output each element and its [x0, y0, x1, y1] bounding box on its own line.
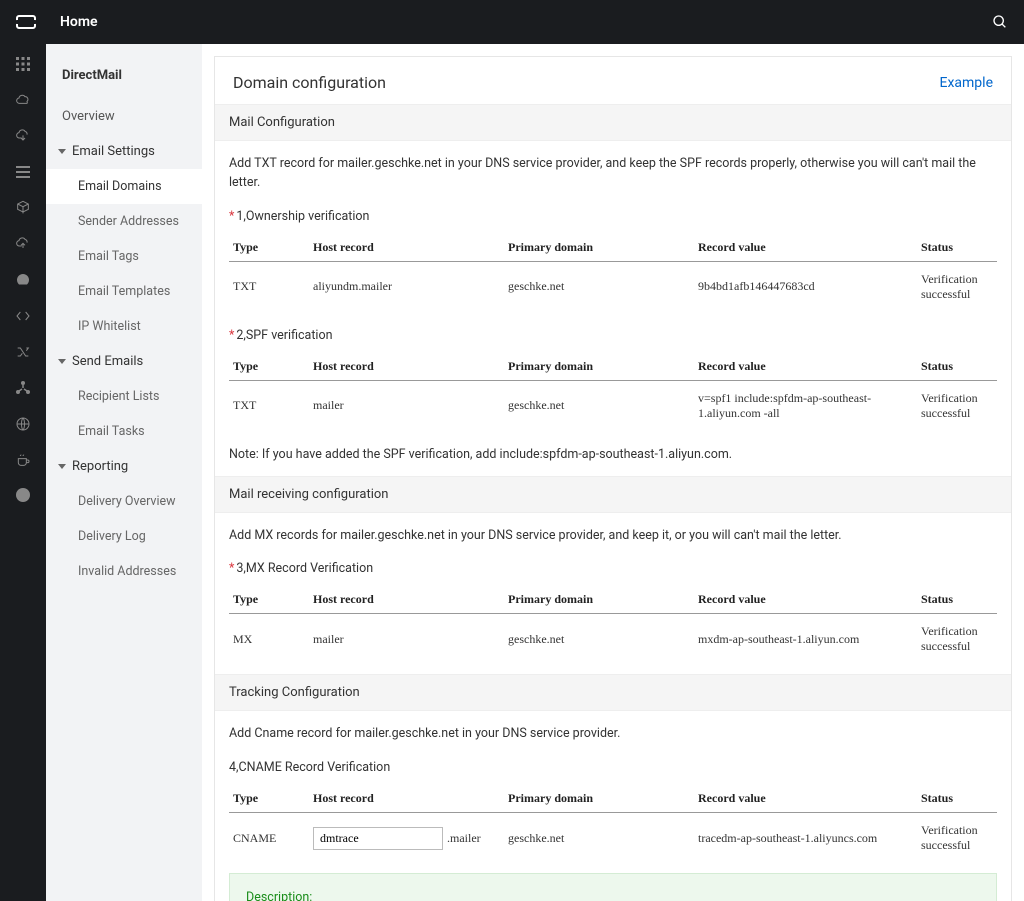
network-icon[interactable] [15, 380, 31, 396]
nav-group-label: Reporting [72, 459, 128, 474]
table-row: TXTaliyundm.mailergeschke.net9b4bd1afb14… [229, 261, 997, 312]
section-mail-config: Mail Configuration [215, 104, 1011, 141]
apps-icon[interactable] [15, 56, 31, 72]
icon-rail [0, 44, 46, 901]
nav-email-tasks[interactable]: Email Tasks [46, 414, 202, 449]
mx-table: TypeHost recordPrimary domainRecord valu… [229, 586, 997, 664]
tracking-desc: Add Cname record for mailer.geschke.net … [215, 711, 1011, 754]
table-row: TXTmailergeschke.netv=spf1 include:spfdm… [229, 380, 997, 431]
nav-overview[interactable]: Overview [46, 99, 202, 134]
status-badge: Verification successful [917, 614, 997, 665]
topbar: Home [0, 0, 1024, 44]
cname-host-suffix: .mailer [447, 831, 481, 845]
nav-delivery-overview[interactable]: Delivery Overview [46, 484, 202, 519]
list-icon[interactable] [15, 164, 31, 180]
topbar-title: Home [60, 14, 98, 30]
caret-down-icon [58, 464, 66, 469]
status-dot-icon[interactable] [16, 488, 30, 502]
nav-sender-addresses[interactable]: Sender Addresses [46, 204, 202, 239]
spf-note: Note: If you have added the SPF verifica… [215, 441, 1011, 476]
nav-group-email-settings[interactable]: Email Settings [46, 134, 202, 169]
cloud-download-icon[interactable] [15, 128, 31, 144]
cname-host-input[interactable] [313, 827, 443, 850]
main-content: Domain configuration Example Mail Config… [214, 56, 1012, 901]
status-badge: Verification successful [917, 380, 997, 431]
step-mx: *3,MX Record Verification [215, 555, 1011, 582]
nav-email-tags[interactable]: Email Tags [46, 239, 202, 274]
nav-group-send-emails[interactable]: Send Emails [46, 344, 202, 379]
coffee-icon[interactable] [15, 452, 31, 468]
mail-recv-desc: Add MX records for mailer.geschke.net in… [215, 513, 1011, 556]
search-icon[interactable] [992, 14, 1008, 30]
description-title: Description: [246, 888, 980, 901]
section-tracking: Tracking Configuration [215, 674, 1011, 711]
cloud-icon[interactable] [15, 92, 31, 108]
ownership-table: TypeHost recordPrimary domainRecord valu… [229, 234, 997, 312]
caret-down-icon [58, 359, 66, 364]
brand-logo [16, 15, 36, 29]
step-cname: 4,CNAME Record Verification [215, 754, 1011, 781]
status-badge: Verification successful [917, 813, 997, 864]
nav-group-reporting[interactable]: Reporting [46, 449, 202, 484]
caret-down-icon [58, 149, 66, 154]
example-link[interactable]: Example [940, 75, 993, 91]
cname-table: TypeHost recordPrimary domainRecord valu… [229, 785, 997, 863]
cube-icon[interactable] [15, 200, 31, 216]
status-badge: Verification successful [917, 261, 997, 312]
table-row: CNAME .mailer geschke.net tracedm-ap-sou… [229, 813, 997, 864]
globe-icon[interactable] [15, 416, 31, 432]
section-mail-recv: Mail receiving configuration [215, 476, 1011, 513]
cloud-upload-icon[interactable] [15, 236, 31, 252]
sidebar: DirectMail Overview Email Settings Email… [46, 44, 202, 901]
nav-delivery-log[interactable]: Delivery Log [46, 519, 202, 554]
nav-email-templates[interactable]: Email Templates [46, 274, 202, 309]
nav-group-label: Email Settings [72, 144, 155, 159]
description-box: Description: 1. You must have your domai… [229, 873, 997, 901]
mail-config-desc: Add TXT record for mailer.geschke.net in… [215, 141, 1011, 203]
step-spf: *2,SPF verification [215, 322, 1011, 349]
shuffle-icon[interactable] [15, 344, 31, 360]
page-title: Domain configuration [233, 73, 386, 92]
nav-invalid-addresses[interactable]: Invalid Addresses [46, 554, 202, 589]
table-row: MXmailergeschke.netmxdm-ap-southeast-1.a… [229, 614, 997, 665]
spf-table: TypeHost recordPrimary domainRecord valu… [229, 353, 997, 431]
nav-recipient-lists[interactable]: Recipient Lists [46, 379, 202, 414]
nav-email-domains[interactable]: Email Domains [46, 169, 202, 204]
dashboard-icon[interactable] [15, 272, 31, 288]
sidebar-header: DirectMail [46, 52, 202, 99]
code-icon[interactable] [15, 308, 31, 324]
nav-group-label: Send Emails [72, 354, 143, 369]
nav-ip-whitelist[interactable]: IP Whitelist [46, 309, 202, 344]
step-ownership: *1,Ownership verification [215, 203, 1011, 230]
